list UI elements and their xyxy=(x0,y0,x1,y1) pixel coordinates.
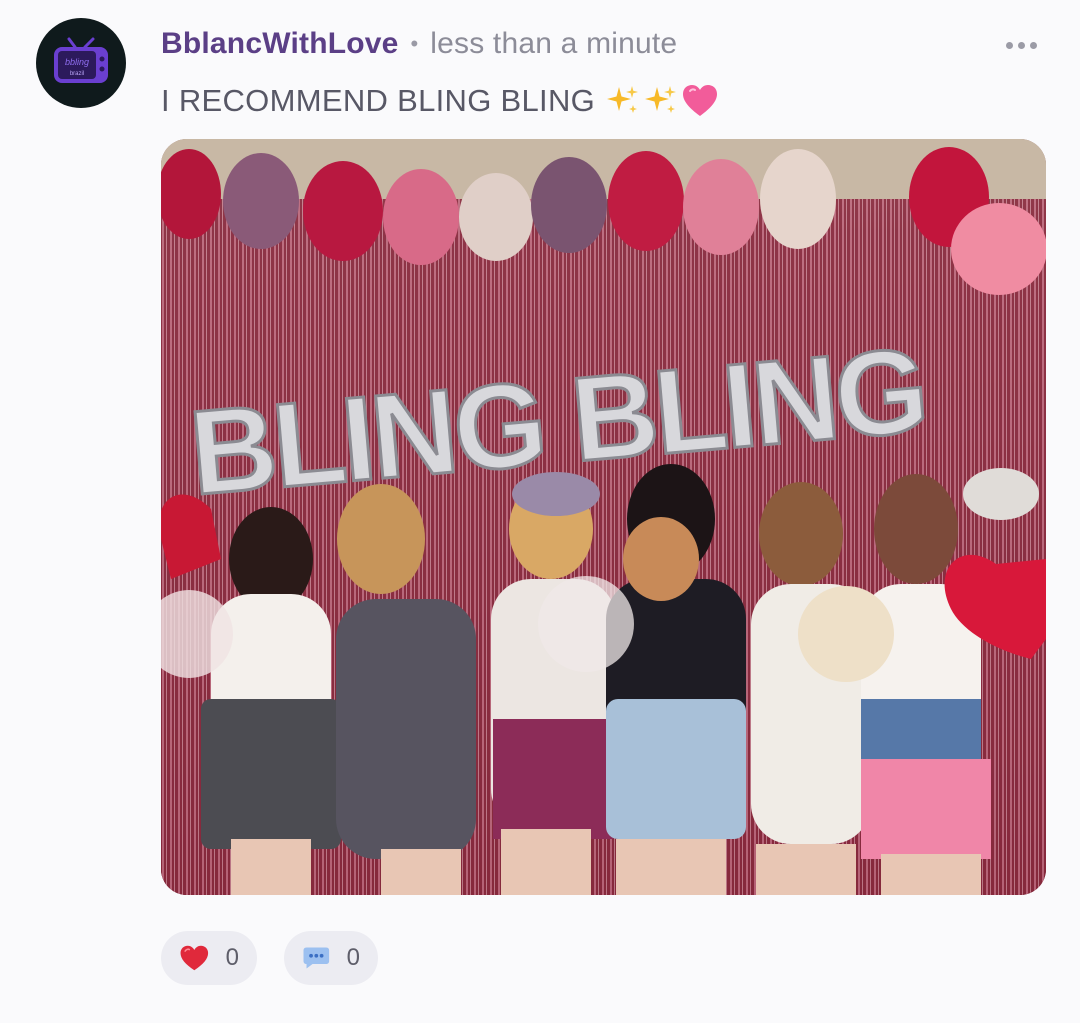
svg-text:brazil: brazil xyxy=(70,71,84,77)
comment-count: 0 xyxy=(346,944,360,971)
timestamp: less than a minute xyxy=(430,27,678,60)
avatar-logo-text: bbling xyxy=(65,57,89,67)
tv-logo-icon: bbling brazil xyxy=(54,37,108,83)
username[interactable]: BblancWithLove xyxy=(161,27,399,61)
avatar[interactable]: bbling brazil xyxy=(36,18,126,108)
comment-button[interactable]: 0 xyxy=(284,931,378,985)
more-options-icon[interactable] xyxy=(996,30,1046,60)
comment-bubble-icon xyxy=(303,947,330,969)
like-button[interactable]: 0 xyxy=(161,931,257,985)
sparkles-icon xyxy=(607,86,639,113)
separator-dot: • xyxy=(410,31,419,56)
post-text-content: I RECOMMEND BLING BLING xyxy=(161,83,596,118)
heart-icon xyxy=(180,945,209,971)
post-header: BblancWithLove • less than a minute xyxy=(161,24,677,64)
post-photo[interactable]: BLING BLING xyxy=(161,139,1046,895)
like-count: 0 xyxy=(225,944,239,971)
sparkles-icon xyxy=(645,86,677,113)
sparkles-heart-emojis xyxy=(605,83,719,119)
post-card: bbling brazil BblancWithLove • less than… xyxy=(0,0,1080,1023)
pink-heart-icon xyxy=(683,85,718,116)
group-photo-image: BLING BLING xyxy=(161,139,1046,895)
post-text: I RECOMMEND BLING BLING xyxy=(161,80,719,122)
